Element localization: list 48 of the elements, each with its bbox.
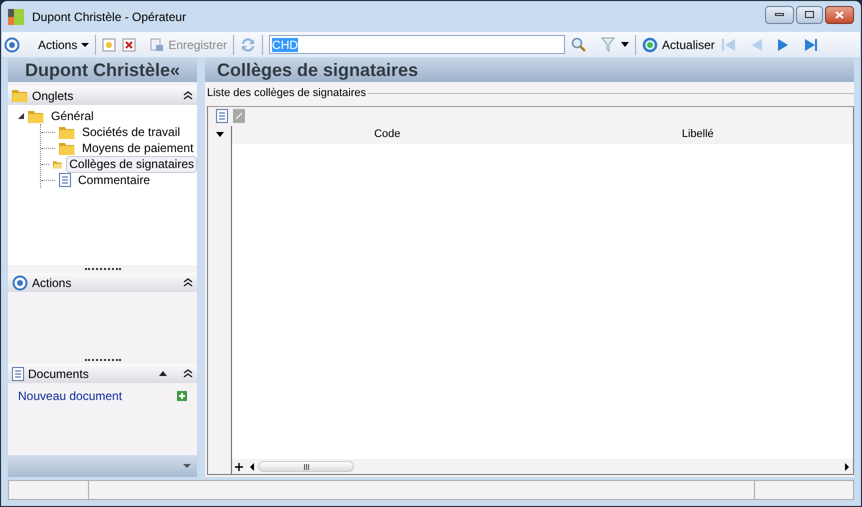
delete-icon[interactable] [122, 38, 136, 52]
tree-item[interactable]: Sociétés de travail [79, 124, 184, 140]
actions-menu[interactable]: Actions [38, 36, 90, 54]
column-header[interactable]: Code [232, 126, 542, 144]
collapse-icon[interactable] [183, 278, 193, 287]
target-icon [4, 36, 20, 52]
expand-triangle-icon[interactable] [18, 113, 24, 119]
close-icon [835, 10, 844, 18]
panel-title: Onglets [32, 88, 74, 104]
window-title: Dupont Christèle - Opérateur [32, 8, 188, 26]
documents-icon [12, 366, 24, 380]
refresh-button[interactable]: Actualiser [642, 36, 715, 54]
tree-item[interactable]: Commentaire [75, 172, 154, 188]
save-icon [150, 38, 164, 52]
sidebar-title[interactable]: Dupont Christèle« [24, 56, 180, 84]
panel-title: Documents [28, 366, 90, 382]
collapse-icon[interactable] [183, 369, 193, 378]
new-document-icon[interactable] [102, 38, 116, 52]
minimize-button[interactable] [765, 6, 794, 24]
last-record-icon[interactable] [802, 38, 819, 52]
new-document-link[interactable]: Nouveau document [18, 387, 177, 405]
collapse-caret-icon[interactable] [159, 371, 167, 376]
folder-icon [12, 89, 28, 102]
dropdown-caret-icon[interactable] [621, 42, 630, 47]
folder-icon [59, 126, 75, 138]
column-chooser-caret-icon[interactable] [216, 132, 224, 137]
refresh-icon [642, 36, 658, 52]
new-row-icon [216, 109, 228, 123]
expand-caret-icon[interactable] [183, 464, 191, 468]
column-header[interactable]: Libellé [542, 126, 853, 144]
tree-item[interactable]: Moyens de paiement [79, 140, 196, 156]
grip-icon [304, 464, 308, 470]
add-icon[interactable] [177, 391, 187, 401]
tree-item[interactable]: Général [48, 108, 97, 124]
group-label: Liste des collèges de signataires [206, 86, 367, 101]
maximize-button[interactable] [796, 6, 823, 24]
next-record-icon[interactable] [776, 38, 789, 52]
document-icon [59, 173, 71, 187]
collapse-icon[interactable] [183, 91, 193, 100]
tree-item[interactable]: Collèges de signataires [66, 156, 197, 172]
folder-icon [28, 110, 44, 122]
close-button[interactable] [825, 6, 854, 24]
panel-title: Actions [32, 274, 72, 292]
folder-icon [59, 142, 75, 154]
page-title: Collèges de signataires [217, 58, 418, 82]
app-logo-icon [8, 8, 24, 24]
target-icon [12, 274, 28, 290]
search-icon[interactable] [571, 36, 588, 52]
